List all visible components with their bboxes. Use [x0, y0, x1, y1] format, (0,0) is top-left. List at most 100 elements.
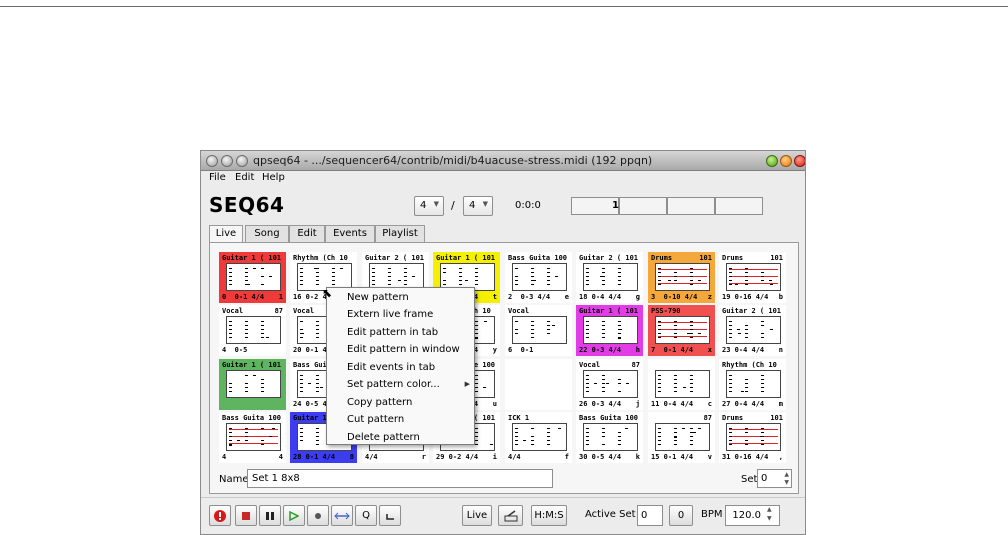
loop-button[interactable]: [331, 505, 353, 526]
note-mark: [586, 379, 589, 380]
pattern-info: 30 0-5 4/4: [579, 453, 622, 461]
q-button[interactable]: Q: [355, 505, 377, 526]
bpm-down-icon[interactable]: ▼: [767, 515, 772, 522]
set-zero-button[interactable]: 0: [669, 505, 693, 526]
tab-song[interactable]: Song: [245, 225, 289, 243]
pattern-info: 2 0-3 4/4: [508, 293, 551, 301]
pattern-slot[interactable]: Rhythm (Ch 10 27 0-4 4/4 m: [719, 359, 786, 410]
active-set-field[interactable]: 0: [637, 505, 663, 526]
pattern-slot[interactable]: Vocal 87 4 0-5: [219, 305, 286, 356]
pattern-slot[interactable]: Guitar 2 ( 101 23 0-4 4/4 n: [719, 305, 786, 356]
note-mark: [618, 280, 621, 281]
menu-edit-pattern-in-window[interactable]: Edit pattern in window: [347, 344, 460, 355]
maximize-icon[interactable]: [780, 155, 792, 167]
pattern-slot[interactable]: [505, 359, 572, 410]
panic-button[interactable]: [209, 505, 231, 526]
menu-new-pattern[interactable]: New pattern: [347, 292, 409, 303]
note-mark: [531, 284, 534, 285]
note-mark: [674, 325, 677, 326]
pattern-slot[interactable]: PSS-790 7 0-1 4/4 x: [648, 305, 715, 356]
pattern-slot[interactable]: Vocal 87 26 0-3 4/4 j: [576, 359, 643, 410]
beat-width-select[interactable]: 4 ▼: [463, 196, 493, 216]
set-label: Set: [741, 474, 758, 485]
menu-extern-live-frame[interactable]: Extern live frame: [347, 309, 433, 320]
note-mark: [300, 333, 303, 334]
menu-file[interactable]: File: [209, 172, 226, 183]
note-mark: [729, 383, 732, 384]
pattern-slot[interactable]: Guitar 2 ( 101 18 0-4 4/4 g: [576, 252, 643, 303]
snap-button[interactable]: [379, 505, 401, 526]
pattern-slot[interactable]: ICK 1 4/4 f: [505, 412, 572, 463]
note-mark: [658, 268, 661, 269]
pattern-hotkey: k: [635, 453, 640, 461]
note-mark: [586, 272, 589, 273]
note-mark: [245, 272, 248, 273]
pattern-slot[interactable]: Bass Guita 100 2 0-3 4/4 e: [505, 252, 572, 303]
close-icon[interactable]: [794, 155, 805, 167]
window-menu-icon[interactable]: [206, 155, 218, 167]
spin-up-icon[interactable]: ▲: [784, 471, 789, 478]
pattern-slot[interactable]: Guitar 1 ( 101 22 0-3 4/4 h: [576, 305, 643, 356]
note-mark: [484, 321, 487, 322]
drum-track-line: [729, 443, 778, 444]
menu-edit-events-in-tab[interactable]: Edit events in tab: [347, 362, 435, 373]
bpm-up-icon[interactable]: ▲: [767, 506, 772, 513]
window-shade-icon[interactable]: [221, 155, 233, 167]
menu-delete-pattern[interactable]: Delete pattern: [347, 432, 420, 443]
note-mark: [658, 325, 661, 326]
tab-events[interactable]: Events: [325, 225, 375, 243]
pattern-slot[interactable]: 11 0-4 4/4 c: [648, 359, 715, 410]
menu-edit-pattern-in-tab[interactable]: Edit pattern in tab: [347, 327, 438, 338]
record-button[interactable]: [307, 505, 329, 526]
note-mark: [674, 379, 677, 380]
spin-down-icon[interactable]: ▼: [784, 479, 789, 486]
menu-copy-pattern[interactable]: Copy pattern: [347, 397, 412, 408]
pattern-slot[interactable]: Guitar 1 ( 101: [219, 359, 286, 410]
note-mark: [547, 440, 550, 441]
note-mark: [404, 268, 407, 269]
note-mark: [586, 387, 589, 388]
pattern-slot[interactable]: Bass Guita 100 4 4: [219, 412, 286, 463]
pattern-slot[interactable]: 87 15 0-1 4/4 v: [648, 412, 715, 463]
pattern-slot[interactable]: Bass Guita 100 30 0-5 4/4 k: [576, 412, 643, 463]
pattern-slot[interactable]: Drums 101 19 0-16 4/4 b: [719, 252, 786, 303]
pattern-info: 31 0-16 4/4: [722, 453, 769, 461]
window-sticky-icon[interactable]: [236, 155, 248, 167]
menu-edit[interactable]: Edit: [235, 172, 254, 183]
set-spinbox[interactable]: 0 ▲ ▼: [757, 469, 792, 488]
minimize-icon[interactable]: [766, 155, 778, 167]
pause-button[interactable]: [259, 505, 281, 526]
pattern-thumbnail: [512, 423, 567, 451]
chevron-down-icon: ▼: [433, 200, 439, 208]
tab-edit[interactable]: Edit: [289, 225, 325, 243]
menu-help[interactable]: Help: [262, 172, 285, 183]
hms-button[interactable]: H:M:S: [531, 505, 567, 526]
menu-set-pattern-color[interactable]: Set pattern color...: [347, 379, 440, 390]
pattern-hotkey: b: [778, 293, 783, 301]
pattern-slot[interactable]: Drums 101 3 0-10 4/4 z: [648, 252, 715, 303]
mouse-cursor-icon: ⬉: [322, 286, 333, 300]
drum-track-line: [729, 436, 778, 437]
title-bar[interactable]: qpseq64 - .../sequencer64/contrib/midi/b…: [201, 151, 805, 171]
set-name-input[interactable]: Set 1 8x8: [247, 469, 553, 488]
tab-playlist[interactable]: Playlist: [375, 225, 425, 243]
beats-per-bar-select[interactable]: 4 ▼: [414, 196, 444, 216]
note-mark: [261, 379, 264, 380]
pattern-title: Guitar 1 ( 101: [436, 254, 496, 262]
note-mark: [729, 387, 732, 388]
note-mark: [245, 440, 248, 441]
note-mark: [372, 272, 375, 273]
note-mark: [602, 276, 605, 277]
pattern-slot[interactable]: Drums 101 31 0-16 4/4,: [719, 412, 786, 463]
menu-cut-pattern[interactable]: Cut pattern: [347, 414, 404, 425]
stop-button[interactable]: [235, 505, 257, 526]
note-mark: [300, 391, 303, 392]
note-mark: [475, 379, 478, 380]
edit-button[interactable]: [498, 505, 523, 526]
note-mark: [490, 444, 493, 445]
pattern-slot[interactable]: Guitar 1 ( 101 0 0-1 4/4 1: [219, 252, 286, 303]
note-mark: [332, 280, 335, 281]
play-button[interactable]: [283, 505, 305, 526]
live-mode-button[interactable]: Live: [462, 505, 492, 526]
pattern-slot[interactable]: Vocal 6 0-1: [505, 305, 572, 356]
